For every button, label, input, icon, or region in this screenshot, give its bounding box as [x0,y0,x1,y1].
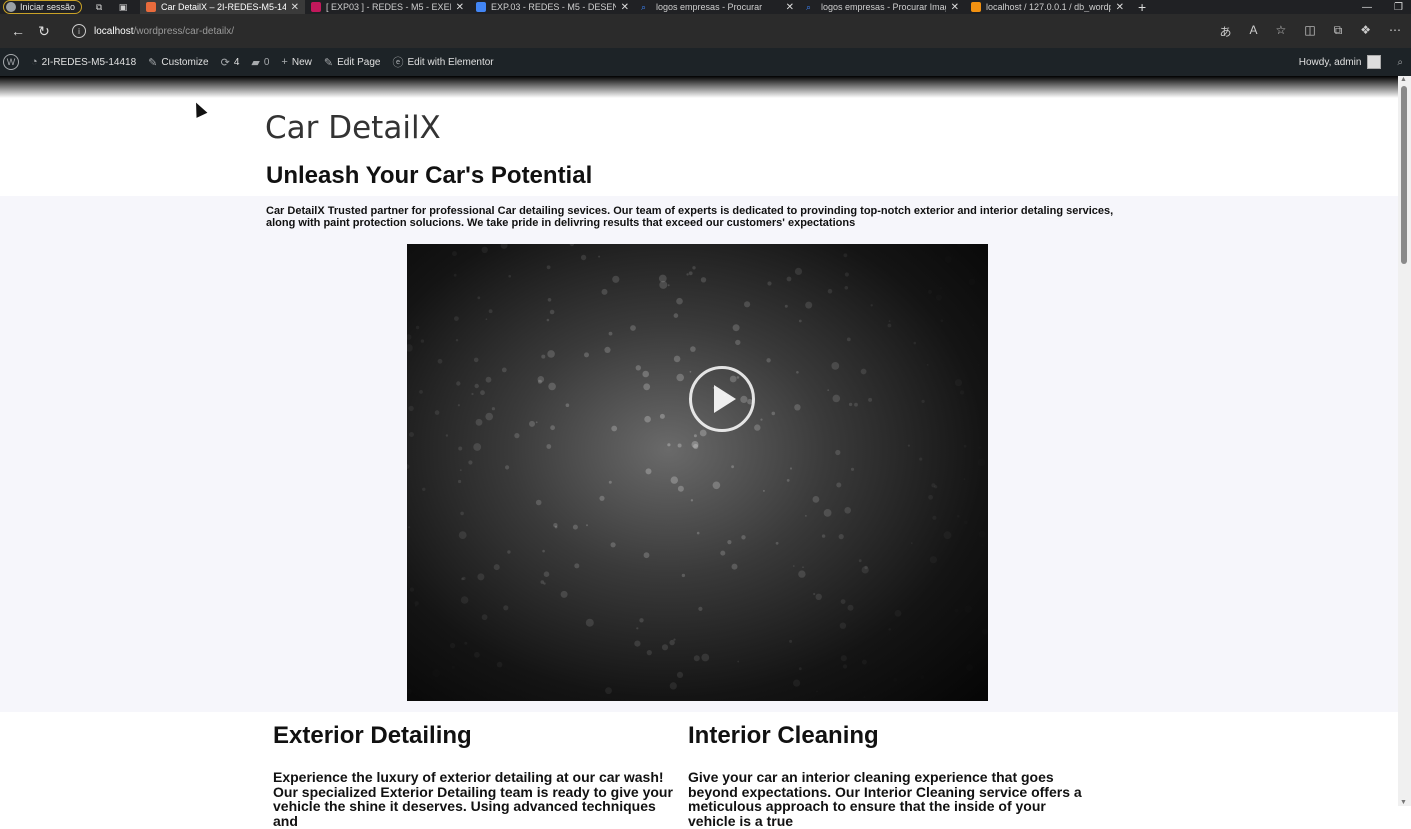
comment-bubble-icon: ▰ [251,56,260,69]
close-tab-icon[interactable]: ✕ [951,2,959,13]
tab-label: EXP.03 - REDES - M5 - DESENVO [491,2,616,12]
edit-page-link[interactable]: ✎ Edit Page [324,56,381,69]
browser-tab-5[interactable]: localhost / 127.0.0.1 / db_wordp ✕ [965,0,1130,14]
scrollbar-thumb[interactable] [1401,86,1407,264]
feature-exterior: Exterior Detailing Experience the luxury… [273,722,673,828]
url-path: /wordpress/car-detailx/ [133,25,235,37]
new-label: New [291,56,312,68]
browser-tab-1[interactable]: [ EXP03 ] - REDES - M5 - EXERCÍ ✕ [305,0,470,14]
scroll-up-icon[interactable]: ▲ [1400,76,1407,83]
tab-favicon-icon [971,2,982,12]
search-favicon-icon: ⌕ [806,2,812,12]
water-droplets-image [407,244,938,695]
paintbrush-icon: ✎ [148,56,158,69]
translate-icon[interactable]: あ [1220,23,1232,40]
back-icon[interactable]: ← [10,23,26,39]
new-tab-icon[interactable]: + [1138,0,1146,15]
site-name: 2I-REDES-M5-14418 [41,56,137,68]
tab-favicon-icon [311,2,322,12]
extensions-icon[interactable]: ❖ [1360,23,1371,40]
address-bar-row: ← ↻ i localhost/wordpress/car-detailx/ あ… [0,14,1411,48]
minimize-icon[interactable]: — [1362,2,1372,13]
new-content-link[interactable]: + New [281,56,311,68]
profile-label: Iniciar sessão [20,2,76,12]
restore-icon[interactable]: ❐ [1394,2,1403,13]
elementor-icon: ⓔ [392,57,404,69]
tab-favicon-icon [476,2,487,12]
tab-label: logos empresas - Procurar Imag [821,2,946,12]
url-field[interactable]: i localhost/wordpress/car-detailx/ [72,24,234,38]
edit-page-label: Edit Page [337,56,381,68]
close-tab-icon[interactable]: ✕ [1116,2,1124,13]
search-favicon-icon: ⌕ [641,2,647,12]
scroll-down-icon[interactable]: ▼ [1400,799,1407,806]
howdy-user-link[interactable]: Howdy, admin [1299,57,1362,68]
profile-button[interactable]: Iniciar sessão [3,0,83,14]
site-title[interactable]: Car DetailX [265,110,441,146]
wordpress-logo-icon[interactable]: W [3,54,19,70]
mouse-cursor-icon [190,100,208,118]
feature-text: Experience the luxury of exterior detail… [273,769,673,829]
feature-interior: Interior Cleaning Give your car an inter… [688,722,1088,828]
page-scrollbar[interactable]: ▲ ▼ [1398,76,1411,806]
customize-label: Customize [161,56,209,68]
browser-toolbar: あ A ☆ ◫ ⧉ ❖ ⋯ [1220,23,1411,40]
edit-elementor-label: Edit with Elementor [407,56,494,68]
updates-icon: ⟳ [220,56,230,69]
browser-tab-2[interactable]: EXP.03 - REDES - M5 - DESENVO ✕ [470,0,635,14]
reload-icon[interactable]: ↻ [36,23,52,40]
updates-link[interactable]: ⟳ 4 [221,56,240,69]
site-name-link[interactable]: ◔ 2I-REDES-M5-14418 [31,56,136,68]
user-avatar[interactable] [1367,55,1382,69]
feature-text: Give your car an interior cleaning exper… [688,769,1082,829]
close-tab-icon[interactable]: ✕ [621,2,629,13]
search-icon[interactable]: ⌕ [1397,57,1403,68]
window-controls: — ❐ [1362,2,1411,13]
profile-avatar-icon [6,2,16,12]
plus-icon: + [281,56,288,68]
feature-title: Interior Cleaning [688,722,879,749]
hero-heading: Unleash Your Car's Potential [266,162,593,189]
comments-link[interactable]: ▰ 0 [251,56,269,69]
close-tab-icon[interactable]: ✕ [456,2,464,13]
hero-video[interactable] [407,244,988,701]
close-tab-icon[interactable]: ✕ [786,2,794,13]
browser-tab-strip: Iniciar sessão ⧉ ▣ Car DetailX – 2I-REDE… [0,0,1411,15]
dashboard-icon: ◔ [31,56,38,68]
account-area: Howdy, admin ⌕ [1299,55,1411,69]
site-info-icon[interactable]: i [72,24,86,38]
tab-label: [ EXP03 ] - REDES - M5 - EXERCÍ [326,2,451,12]
read-aloud-icon[interactable]: A [1250,23,1258,40]
favorite-star-icon[interactable]: ☆ [1276,23,1287,40]
workspaces-icon[interactable]: ⧉ [92,1,106,13]
feature-title: Exterior Detailing [273,722,472,749]
browser-tab-0[interactable]: Car DetailX – 2I-REDES-M5-1441 ✕ [140,0,306,14]
close-tab-icon[interactable]: ✕ [291,2,299,13]
collections-icon[interactable]: ⧉ [1334,23,1343,40]
header-shadow [0,76,1411,98]
edit-with-elementor-link[interactable]: ⓔ Edit with Elementor [392,54,493,70]
tab-label: localhost / 127.0.0.1 / db_wordp [986,2,1111,12]
pencil-icon: ✎ [323,56,334,69]
customize-link[interactable]: ✎ Customize [148,56,208,69]
tab-label: Car DetailX – 2I-REDES-M5-1441 [161,2,286,12]
tab-label: logos empresas - Procurar [656,2,763,12]
split-screen-icon[interactable]: ◫ [1304,23,1315,40]
intro-paragraph: Car DetailX Trusted partner for professi… [266,205,1114,229]
tab-favicon-icon [146,2,157,12]
url-host: localhost [94,25,134,37]
browser-tab-3[interactable]: ⌕ logos empresas - Procurar ✕ [635,0,800,14]
tab-actions-icon[interactable]: ▣ [116,1,130,13]
updates-count: 4 [233,56,240,68]
more-menu-icon[interactable]: ⋯ [1389,23,1401,40]
comments-count: 0 [263,56,270,68]
wp-admin-bar: W ◔ 2I-REDES-M5-14418 ✎ Customize ⟳ 4 ▰ … [0,48,1411,76]
browser-tab-4[interactable]: ⌕ logos empresas - Procurar Imag ✕ [800,0,965,14]
play-button-icon[interactable] [689,366,755,432]
